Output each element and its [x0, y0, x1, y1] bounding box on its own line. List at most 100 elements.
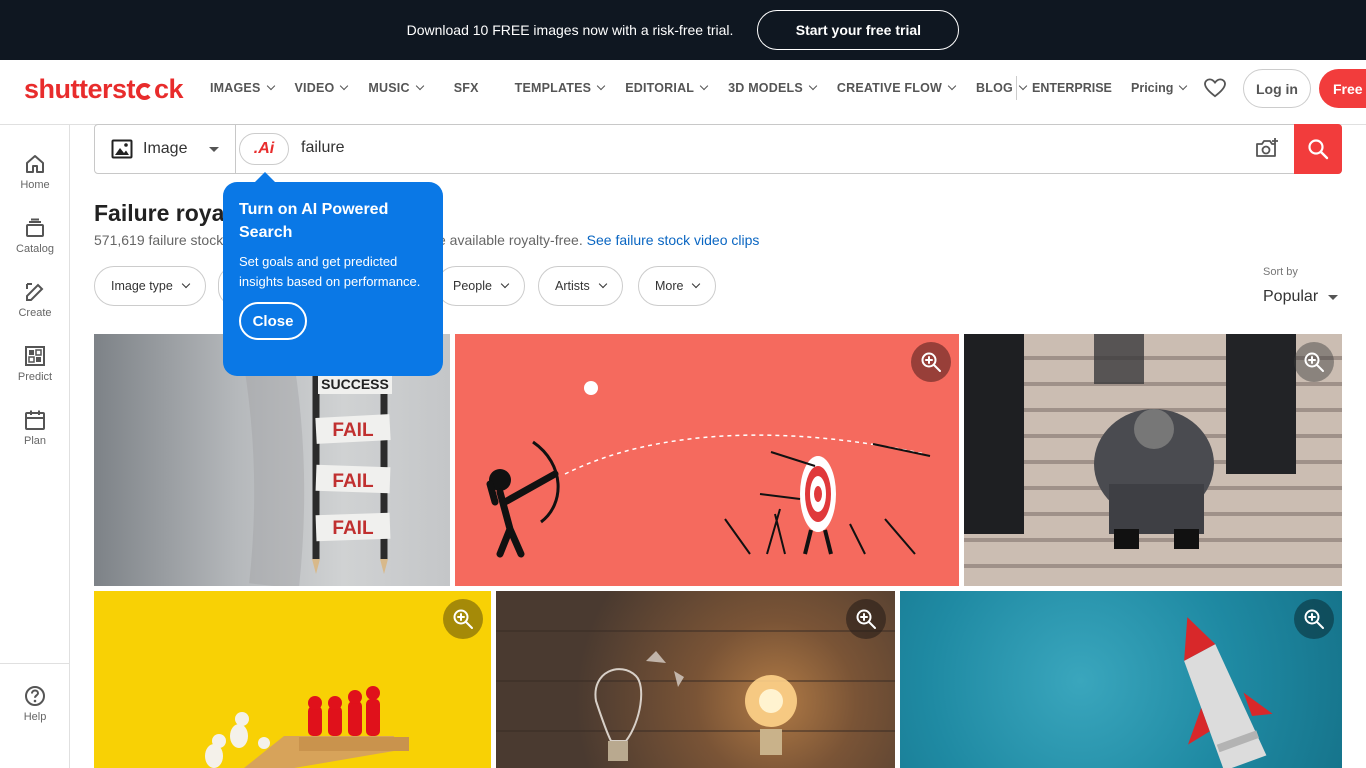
predict-icon — [25, 346, 45, 366]
chevron-down-icon — [1179, 81, 1188, 91]
camera-search-icon[interactable] — [1255, 137, 1279, 159]
help-icon — [25, 686, 45, 706]
sidebar-item-catalog[interactable]: Catalog — [0, 217, 70, 255]
promo-text: Download 10 FREE images now with a risk-… — [406, 22, 734, 38]
sidebar-item-help[interactable]: Help — [0, 685, 70, 723]
rocket-illustration — [1184, 617, 1273, 768]
filter-more[interactable]: More — [638, 266, 717, 306]
sort-value: Popular — [1263, 288, 1319, 305]
pricing-label: Pricing — [1131, 81, 1174, 95]
sort-select[interactable]: Popular — [1263, 288, 1339, 306]
menu-blog[interactable]: BLOG — [976, 81, 1028, 95]
image-icon — [111, 139, 133, 159]
zoom-in-icon — [921, 352, 941, 372]
search-input[interactable]: failure — [301, 139, 345, 157]
filter-image-type[interactable]: Image type — [94, 266, 206, 306]
chevron-down-icon — [808, 81, 818, 91]
calendar-icon — [25, 410, 45, 430]
sidebar-item-create[interactable]: Create — [0, 281, 70, 319]
logo-text-start: shutterst — [24, 74, 136, 104]
zoom-button[interactable] — [846, 599, 886, 639]
menu-images[interactable]: IMAGES — [210, 81, 275, 95]
sidebar-item-predict[interactable]: Predict — [0, 345, 70, 383]
chevron-down-icon — [699, 81, 709, 91]
filter-people[interactable]: People — [436, 266, 525, 306]
success-label: SUCCESS — [321, 376, 389, 392]
image-result-businessman[interactable] — [964, 334, 1342, 586]
tooltip-title: Turn on AI Powered Search — [239, 201, 389, 241]
menu-3d-models[interactable]: 3D MODELS — [728, 81, 818, 95]
media-type-label: Image — [143, 140, 188, 157]
zoom-in-icon — [1304, 609, 1324, 629]
chevron-down-icon — [181, 279, 191, 289]
zoom-in-icon — [856, 609, 876, 629]
heart-icon[interactable] — [1204, 78, 1226, 98]
chevron-down-icon — [415, 81, 424, 91]
chevron-down-icon — [596, 81, 606, 91]
menu-label: TEMPLATES — [514, 81, 592, 95]
tooltip-close-button[interactable]: Close — [239, 302, 307, 340]
main-menu: IMAGES VIDEO MUSIC SFX TEMPLATES EDITORI… — [210, 60, 1047, 116]
sidebar-item-label: Plan — [23, 435, 47, 447]
zoom-button[interactable] — [911, 342, 951, 382]
zoom-button[interactable] — [1294, 342, 1334, 382]
menu-label: VIDEO — [294, 81, 335, 95]
fail-label: FAIL — [332, 471, 374, 492]
start-free-trial-button[interactable]: Start your free trial — [757, 10, 960, 50]
menu-enterprise[interactable]: ENTERPRISE — [1032, 81, 1112, 95]
nav-divider — [1016, 76, 1017, 100]
menu-editorial[interactable]: EDITORIAL — [625, 81, 709, 95]
video-clips-link[interactable]: See failure stock video clips — [587, 232, 760, 248]
menu-sfx[interactable]: SFX — [454, 81, 479, 95]
catalog-icon — [26, 218, 44, 237]
sidebar-item-plan[interactable]: Plan — [0, 409, 70, 447]
menu-templates[interactable]: TEMPLATES — [514, 81, 606, 95]
promo-banner: Download 10 FREE images now with a risk-… — [0, 0, 1366, 60]
search-bar: Image .Ai failure — [94, 124, 1342, 174]
menu-creative-flow[interactable]: CREATIVE FLOW — [836, 81, 957, 95]
media-type-select[interactable]: Image — [95, 125, 236, 173]
chevron-down-icon — [947, 81, 957, 91]
menu-music[interactable]: MUSIC — [368, 81, 424, 95]
menu-label: BLOG — [976, 81, 1013, 95]
image-result-rocket[interactable] — [900, 591, 1342, 768]
zoom-button[interactable] — [1294, 599, 1334, 639]
home-icon — [26, 155, 44, 173]
menu-label: MUSIC — [368, 81, 410, 95]
sidebar-item-label: Catalog — [16, 243, 54, 255]
lightbulbs-photo — [496, 630, 895, 761]
zoom-in-icon — [1304, 352, 1324, 372]
filter-label: Artists — [555, 279, 590, 293]
filter-label: More — [655, 279, 684, 293]
caret-down-icon — [1328, 294, 1339, 300]
search-button[interactable] — [1294, 124, 1342, 174]
menu-pricing[interactable]: Pricing — [1131, 81, 1188, 95]
menu-label: 3D MODELS — [728, 81, 803, 95]
free-trial-button[interactable]: Free t — [1319, 69, 1366, 108]
filter-label: People — [453, 279, 492, 293]
page-title: Failure royal — [94, 200, 231, 226]
results-subtitle-tail: e available royalty-free. — [438, 232, 583, 248]
menu-video[interactable]: VIDEO — [294, 81, 349, 95]
ai-search-toggle[interactable]: .Ai — [239, 133, 289, 165]
menu-label: IMAGES — [210, 81, 261, 95]
chevron-down-icon — [500, 279, 510, 289]
shutterstock-logo[interactable]: shutterst ck — [24, 74, 184, 105]
login-button[interactable]: Log in — [1243, 69, 1311, 108]
zoom-in-icon — [453, 609, 473, 629]
fail-label: FAIL — [332, 518, 374, 539]
zoom-button[interactable] — [443, 599, 483, 639]
image-result-lightbulbs[interactable] — [496, 591, 895, 768]
ai-search-tooltip: Turn on AI Powered Search Set goals and … — [223, 172, 443, 376]
image-result-seesaw[interactable] — [94, 591, 491, 768]
menu-label: CREATIVE FLOW — [836, 81, 943, 95]
image-result-archer[interactable] — [455, 334, 959, 586]
chevron-down-icon — [598, 279, 607, 289]
filter-artists[interactable]: Artists — [538, 266, 623, 306]
menu-label: SFX — [453, 81, 479, 95]
left-sidebar: Home Catalog Create Predict Plan Help — [0, 125, 70, 768]
sidebar-item-label: Help — [23, 711, 47, 723]
logo-text-end: ck — [154, 74, 184, 104]
sidebar-item-home[interactable]: Home — [0, 153, 70, 191]
sidebar-divider — [0, 663, 70, 664]
